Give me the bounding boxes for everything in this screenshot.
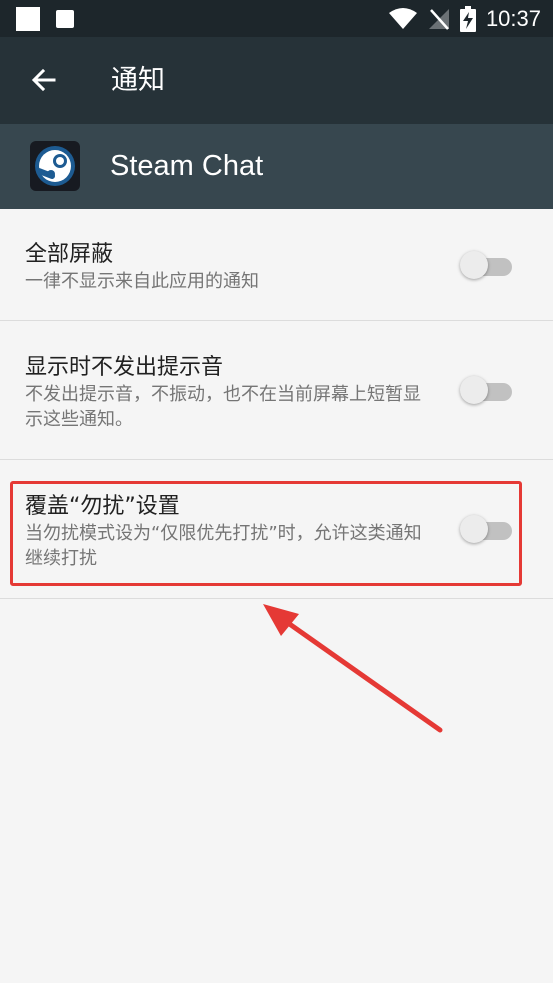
setting-block-all[interactable]: 全部屏蔽 一律不显示来自此应用的通知 [0,209,553,321]
toggle-thumb [460,251,488,279]
app-header: Steam Chat [0,124,553,209]
red-arrow-annotation [263,604,443,733]
status-bar: 10:37 [0,0,553,37]
toggle-switch[interactable] [460,249,512,281]
app-name: Steam Chat [110,150,264,182]
app-bar: 通知 [0,37,553,124]
page-title: 通知 [111,65,165,96]
setting-title: 显示时不发出提示音 [25,355,224,380]
toggle-switch[interactable] [460,374,512,406]
setting-silent[interactable]: 显示时不发出提示音 不发出提示音，不振动，也不在当前屏幕上短暂显示这些通知。 [0,321,553,460]
battery-charging-icon [459,5,476,32]
notification-icon-small [56,10,74,28]
wifi-icon [388,7,417,29]
arrow-back-icon[interactable] [28,64,60,96]
notification-icon [16,7,40,31]
setting-description: 不发出提示音，不振动，也不在当前屏幕上短暂显示这些通知。 [25,384,421,430]
setting-description: 一律不显示来自此应用的通知 [25,271,259,292]
no-signal-icon [428,8,449,30]
toggle-thumb [460,376,488,404]
setting-title: 全部屏蔽 [25,242,114,267]
highlight-box [10,481,522,586]
status-icons: 10:37 [388,0,541,37]
steam-logo-icon [30,141,80,191]
clock: 10:37 [485,5,541,31]
